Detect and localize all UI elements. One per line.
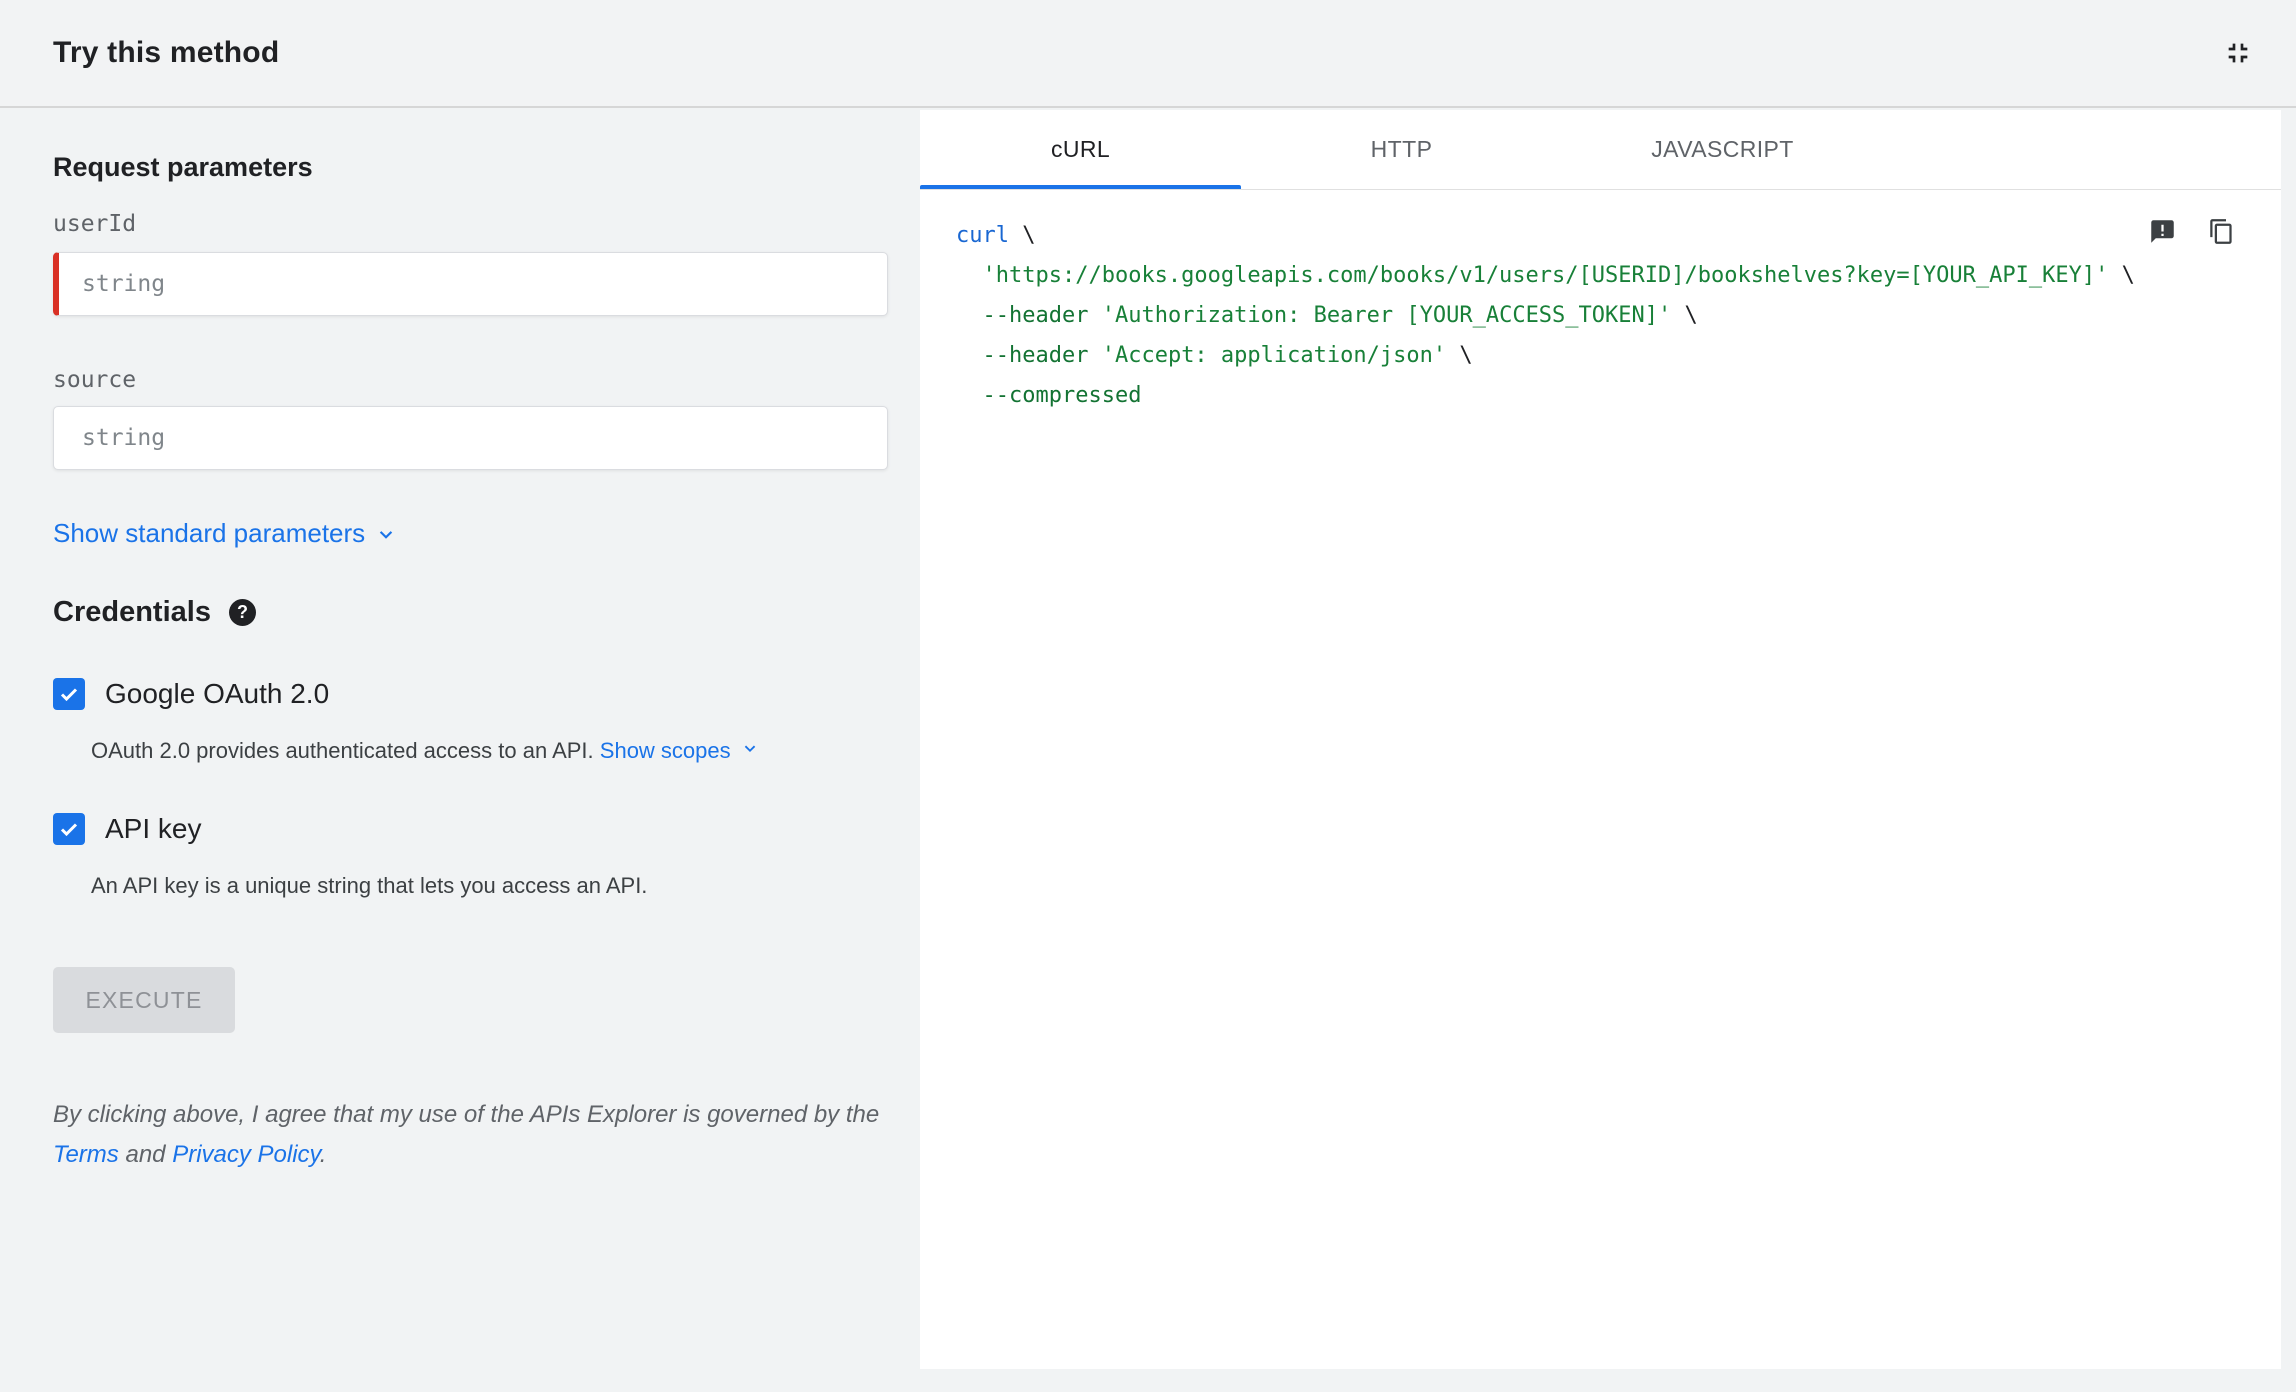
feedback-icon[interactable]	[2145, 214, 2180, 249]
code-tabs: cURL HTTP JAVASCRIPT	[920, 110, 2281, 190]
chevron-down-icon[interactable]	[739, 737, 761, 767]
privacy-policy-link[interactable]: Privacy Policy	[172, 1141, 320, 1168]
source-label: source	[53, 367, 137, 393]
terms-link[interactable]: Terms	[53, 1141, 119, 1168]
api-key-description: An API key is a unique string that lets …	[91, 873, 648, 899]
oauth-checkbox[interactable]	[53, 678, 85, 710]
oauth-row: Google OAuth 2.0	[53, 678, 888, 710]
request-parameters-heading: Request parameters	[53, 152, 313, 182]
code-block: curl \ 'https://books.googleapis.com/boo…	[956, 216, 2241, 416]
code-sample-panel: cURL HTTP JAVASCRIPT curl \ 'https://boo…	[920, 110, 2281, 1369]
checkmark-icon	[60, 823, 78, 837]
source-field[interactable]	[53, 406, 888, 470]
userid-field[interactable]	[53, 252, 888, 316]
dialog-title: Try this method	[53, 36, 280, 69]
code-line: --header 'Authorization: Bearer [YOUR_AC…	[982, 303, 1698, 328]
userid-label: userId	[53, 211, 137, 237]
api-key-checkbox[interactable]	[53, 813, 85, 846]
show-standard-parameters-link[interactable]: Show standard parameters	[53, 518, 365, 549]
api-key-label[interactable]: API key	[105, 813, 201, 845]
tab-http[interactable]: HTTP	[1241, 110, 1562, 189]
collapse-icon[interactable]	[2218, 33, 2258, 73]
oauth-label[interactable]: Google OAuth 2.0	[105, 678, 329, 710]
active-tab-indicator	[920, 185, 1241, 189]
copy-icon[interactable]	[2204, 214, 2239, 249]
checkmark-icon	[60, 688, 78, 702]
tab-javascript[interactable]: JAVASCRIPT	[1562, 110, 1883, 189]
tab-curl[interactable]: cURL	[920, 110, 1241, 189]
credentials-heading: Credentials	[53, 596, 211, 628]
show-scopes-link[interactable]: Show scopes	[600, 738, 731, 763]
oauth-description: OAuth 2.0 provides authenticated access …	[91, 736, 888, 767]
fullscreen-exit-icon	[2228, 43, 2248, 63]
api-key-row: API key	[53, 813, 888, 846]
help-icon[interactable]: ?	[228, 598, 256, 626]
disclaimer: By clicking above, I agree that my use o…	[53, 1101, 880, 1169]
code-line: --header 'Accept: application/json' \	[982, 343, 1473, 368]
chevron-down-icon[interactable]	[373, 521, 399, 547]
code-line: 'https://books.googleapis.com/books/v1/u…	[982, 263, 2135, 288]
code-line: curl \	[956, 223, 1036, 248]
code-line: --compressed	[982, 383, 1142, 408]
execute-button[interactable]: EXECUTE	[53, 967, 235, 1034]
code-area: curl \ 'https://books.googleapis.com/boo…	[920, 190, 2281, 416]
request-panel: Request parameters userId source Show st…	[0, 110, 920, 1392]
dialog-header: Try this method	[0, 0, 2296, 108]
